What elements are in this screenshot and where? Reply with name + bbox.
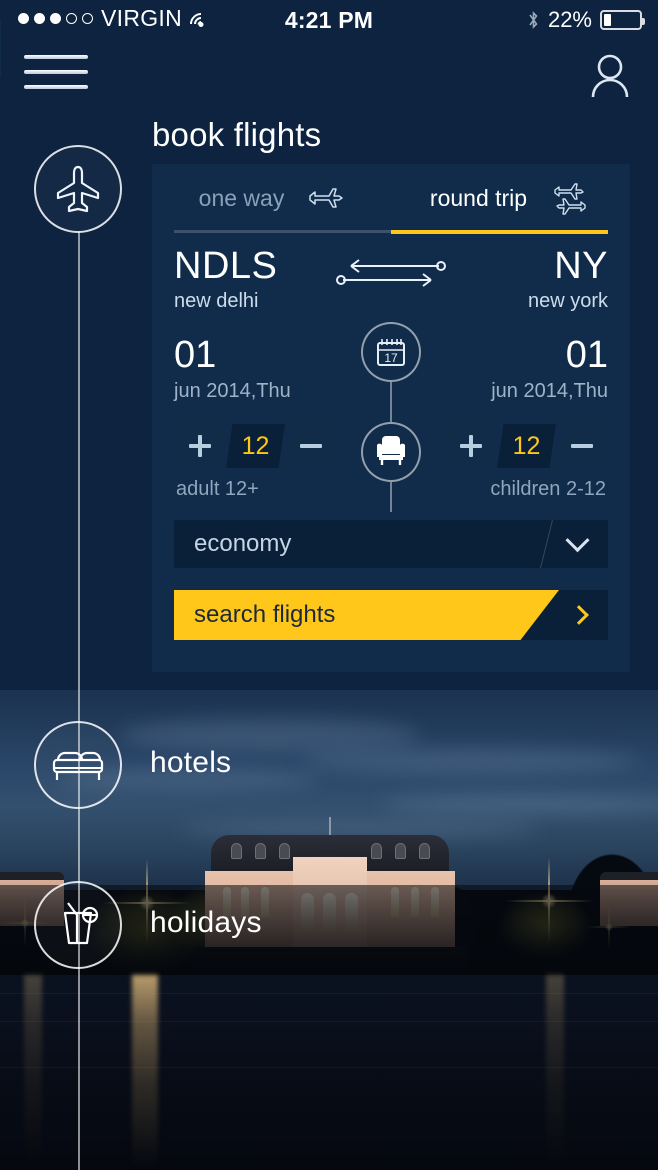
- tab-one-way-label: one way: [198, 184, 285, 211]
- return-date-field[interactable]: 01 jun 2014,Thu: [491, 334, 608, 403]
- depart-day: 01: [174, 334, 217, 376]
- cocktail-icon: [63, 902, 99, 945]
- bed-icon: [52, 751, 104, 780]
- tab-one-way[interactable]: one way: [152, 164, 391, 232]
- trip-type-tabs: one way round trip: [152, 164, 630, 232]
- swap-arrows-icon[interactable]: [335, 256, 447, 290]
- children-count-value[interactable]: 12: [497, 424, 556, 468]
- water-ripple: [0, 1067, 658, 1068]
- page-title: book flights: [152, 116, 322, 153]
- sidebar-item-flights[interactable]: [34, 145, 122, 233]
- destination-code: NY: [554, 245, 608, 287]
- water-ripple: [0, 993, 658, 994]
- battery-icon: [600, 10, 645, 30]
- roof-dormer: [279, 843, 290, 859]
- children-counter-label: children 2-12: [490, 478, 606, 500]
- adult-counter: 12: [174, 424, 337, 468]
- book-flights-card: one way round trip NDLS new delhi NY new…: [152, 164, 630, 672]
- search-flights-button-face: search flights: [174, 590, 559, 640]
- roof-dormer: [419, 843, 430, 859]
- origin-field[interactable]: NDLS new delhi: [174, 245, 278, 313]
- sidebar-item-hotels[interactable]: [34, 721, 122, 809]
- tab-underline-inactive: [174, 230, 391, 233]
- search-flights-button[interactable]: search flights: [174, 590, 608, 640]
- chevron-down-icon[interactable]: [546, 520, 608, 568]
- cloud: [300, 748, 640, 774]
- roof-dormer: [371, 843, 382, 859]
- tab-round-trip[interactable]: round trip: [391, 164, 630, 232]
- depart-month-year: jun 2014,Thu: [174, 379, 291, 402]
- calendar-icon-button[interactable]: 17: [361, 322, 421, 382]
- tab-underlines: [174, 230, 608, 234]
- children-decrement-button[interactable]: [556, 424, 608, 468]
- bluetooth-icon: [527, 10, 540, 30]
- origin-city: new delhi: [174, 290, 259, 313]
- destination-field[interactable]: NY new york: [527, 245, 608, 313]
- plus-icon: [189, 435, 211, 457]
- return-day: 01: [565, 334, 608, 376]
- roof-dormer: [395, 843, 406, 859]
- hamburger-menu-icon[interactable]: [24, 55, 88, 89]
- sidebar-item-holidays[interactable]: [34, 881, 122, 969]
- chevron-right-icon[interactable]: [569, 590, 589, 640]
- calendar-icon: 17: [377, 339, 405, 366]
- calendar-day-number: 17: [384, 351, 398, 365]
- sidebar-item-holidays-label[interactable]: holidays: [150, 906, 262, 940]
- rail-connector-line: [78, 232, 80, 1170]
- origin-code: NDLS: [174, 245, 278, 287]
- return-month-year: jun 2014,Thu: [491, 379, 608, 402]
- airplane-side-icon: [306, 184, 344, 212]
- water-reflection: [24, 975, 42, 1170]
- plus-icon: [460, 435, 482, 457]
- children-counter: 12: [445, 424, 608, 468]
- depart-date-field[interactable]: 01 jun 2014,Thu: [174, 334, 291, 403]
- water-ripple: [0, 1021, 658, 1022]
- adult-count-value[interactable]: 12: [226, 424, 285, 468]
- airplane-icon: [56, 165, 100, 213]
- top-navigation-bar: [0, 40, 658, 108]
- status-bar: VIRGIN 4:21 PM 22%: [0, 0, 658, 40]
- adult-increment-button[interactable]: [174, 424, 226, 468]
- status-bar-right: 22%: [527, 7, 645, 33]
- battery-percent-label: 22%: [547, 7, 592, 32]
- destination-city: new york: [527, 290, 608, 313]
- roof-dormer: [255, 843, 266, 859]
- cabin-class-value: economy: [194, 530, 292, 557]
- user-profile-icon[interactable]: [584, 48, 636, 100]
- adult-counter-label: adult 12+: [176, 478, 259, 500]
- passenger-counters: 12 adult 12+ 12 children 2-12: [152, 424, 630, 508]
- two-airplanes-icon: [549, 177, 591, 219]
- water-reflection: [132, 975, 158, 1170]
- photo-water: [0, 975, 658, 1170]
- app-root: VIRGIN 4:21 PM 22% hotels holidays book …: [0, 0, 658, 1170]
- adult-decrement-button[interactable]: [285, 424, 337, 468]
- water-reflection: [546, 975, 564, 1170]
- children-increment-button[interactable]: [445, 424, 497, 468]
- roof-dormer: [231, 843, 242, 859]
- cabin-class-select[interactable]: economy: [174, 520, 608, 568]
- minus-icon: [571, 435, 593, 457]
- tab-round-trip-label: round trip: [429, 184, 528, 211]
- tab-underline-active: [391, 230, 608, 234]
- search-flights-label: search flights: [194, 601, 336, 628]
- sidebar-item-hotels-label[interactable]: hotels: [150, 746, 231, 780]
- minus-icon: [300, 435, 322, 457]
- route-row: NDLS new delhi NY new york: [152, 245, 630, 334]
